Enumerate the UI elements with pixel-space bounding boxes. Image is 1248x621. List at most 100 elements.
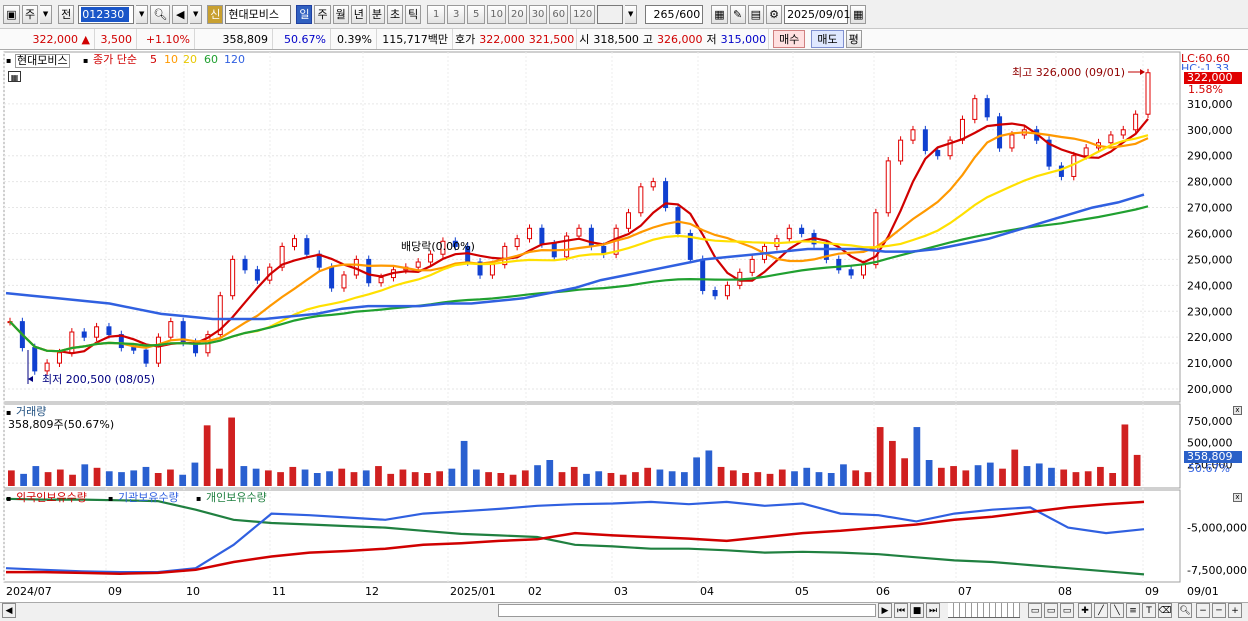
scroll-horiz-icon[interactable]: ─ <box>1212 603 1226 618</box>
volume-bar <box>142 466 150 486</box>
scroll-end-icon[interactable]: ⏭ <box>926 603 940 618</box>
type-dropdown-icon[interactable]: ▼ <box>40 4 53 24</box>
layout-3-icon[interactable]: ▭ <box>1060 603 1074 618</box>
interval-5-button[interactable]: 5 <box>467 4 486 24</box>
price-panel-title: 현대모비스 <box>15 54 70 68</box>
x-tick-label: 09/01 <box>1187 585 1219 598</box>
code-dropdown-icon[interactable]: ▼ <box>136 4 149 24</box>
chart-canvas[interactable]: 310,000 300,000 290,000 280,000 270,000 260,0… <box>0 50 1248 603</box>
candle-body <box>836 258 842 271</box>
zoom-slider[interactable] <box>948 603 1020 618</box>
volume-bar <box>105 471 113 486</box>
current-price: 322,000 ▲ <box>3 29 95 49</box>
trade-amount: 115,717백만 <box>377 29 453 49</box>
speaker-dropdown-icon[interactable]: ▼ <box>190 4 203 24</box>
volume-panel-close-icon[interactable]: x <box>1233 406 1242 415</box>
period-week-button[interactable]: 주 <box>314 4 331 24</box>
candle-body <box>910 129 916 141</box>
eval-button[interactable]: 평 <box>845 30 862 48</box>
volume-bar <box>436 471 444 486</box>
indiv-legend-icon[interactable]: ▪ <box>196 493 201 505</box>
x-tick-label: 12 <box>365 585 379 598</box>
volume-bar <box>840 464 847 486</box>
interval-10-button[interactable]: 10 <box>487 4 506 24</box>
type-select[interactable]: 주 <box>22 4 39 24</box>
search-icon[interactable]: 🔍︎ <box>150 4 171 24</box>
volume-bar <box>607 473 615 486</box>
volume-bar <box>1133 454 1141 486</box>
volume-bar <box>974 465 982 486</box>
window-menu-icon[interactable]: ▣ <box>3 4 20 24</box>
inst-legend-icon[interactable]: ▪ <box>108 493 113 505</box>
zoom-in-icon[interactable]: + <box>1228 603 1242 618</box>
count-input[interactable]: 265/600 <box>645 4 704 24</box>
volume-tick-label: 750,000 <box>1187 415 1233 428</box>
interval-dropdown-icon[interactable]: ▼ <box>625 4 638 24</box>
volume-bar <box>595 471 603 486</box>
zoom-out-icon[interactable]: − <box>1196 603 1210 618</box>
volume-bar <box>570 466 578 486</box>
candle-body <box>1108 134 1114 144</box>
candle-body <box>254 269 260 281</box>
volume-bar <box>913 427 921 486</box>
candle-body <box>428 253 434 263</box>
holding-panel-close-icon[interactable]: x <box>1233 493 1242 502</box>
candle-body <box>155 336 161 364</box>
period-month-button[interactable]: 월 <box>332 4 349 24</box>
interval-30-button[interactable]: 30 <box>528 4 548 24</box>
quote-bar: 322,000 ▲ 3,500 +1.10% 358,809 50.67% 0.… <box>0 29 1248 50</box>
scroll-start-icon[interactable]: ⏮ <box>894 603 908 618</box>
buy-button[interactable]: 매수 <box>773 30 806 48</box>
volume-bar <box>460 440 468 486</box>
scroll-right-icon[interactable]: ▶ <box>878 603 892 618</box>
foreign-legend-icon[interactable]: ▪ <box>6 493 11 505</box>
magnify-icon[interactable]: 🔍︎ <box>1178 603 1192 618</box>
eraser-icon[interactable]: ⌫ <box>1158 603 1172 618</box>
text-tool-icon[interactable]: T <box>1142 603 1156 618</box>
volume-bar <box>656 469 664 486</box>
interval-20-button[interactable]: 20 <box>507 4 527 24</box>
candle-body <box>341 274 347 289</box>
x-tick-label: 09 <box>1145 585 1159 598</box>
scroll-thumb[interactable] <box>498 604 876 617</box>
stock-code-input[interactable]: 012330 <box>78 4 135 24</box>
interval-120-button[interactable]: 120 <box>570 4 596 24</box>
grid-icon[interactable]: ▦ <box>8 71 21 82</box>
volume-value: 358,809 <box>195 29 273 49</box>
sell-button[interactable]: 매도 <box>811 30 844 48</box>
volume-bar <box>497 473 505 486</box>
period-year-button[interactable]: 년 <box>350 4 367 24</box>
trend-tool-icon[interactable]: ╲ <box>1110 603 1124 618</box>
line-tool-icon[interactable]: ╱ <box>1094 603 1108 618</box>
layout-2-icon[interactable]: ▭ <box>1044 603 1058 618</box>
calendar-icon[interactable]: ▦ <box>850 4 867 24</box>
volume-bar <box>1072 472 1080 486</box>
period-day-button[interactable]: 일 <box>296 4 313 24</box>
period-tick-button[interactable]: 틱 <box>405 4 422 24</box>
interval-60-button[interactable]: 60 <box>549 4 569 24</box>
ma-menu-icon[interactable]: ▪ <box>83 55 88 67</box>
date-input[interactable]: 2025/09/01 <box>784 4 850 24</box>
x-tick-label: 10 <box>186 585 200 598</box>
save-icon[interactable]: ▤ <box>747 4 765 24</box>
chart-tools-icon[interactable]: ▦ <box>711 4 728 24</box>
candle-body <box>131 347 137 351</box>
draw-tools-icon[interactable]: ✎ <box>729 4 746 24</box>
period-minute-button[interactable]: 분 <box>368 4 385 24</box>
speaker-icon[interactable]: ◀︎ <box>172 4 189 24</box>
gear-icon[interactable]: ⚙ <box>766 4 783 24</box>
interval-input[interactable] <box>597 4 624 24</box>
stop-icon[interactable]: ■ <box>910 603 924 618</box>
fib-tool-icon[interactable]: ≡ <box>1126 603 1140 618</box>
period-second-button[interactable]: 초 <box>386 4 404 24</box>
scroll-left-icon[interactable]: ◀ <box>2 603 16 618</box>
candle-body <box>1009 134 1015 149</box>
panel-toggle-icon[interactable]: ▪ <box>6 55 11 67</box>
layout-1-icon[interactable]: ▭ <box>1028 603 1042 618</box>
interval-3-button[interactable]: 3 <box>447 4 466 24</box>
prev-button[interactable]: 전 <box>58 4 75 24</box>
crosshair-icon[interactable]: ✚ <box>1078 603 1092 618</box>
interval-1-button[interactable]: 1 <box>427 4 446 24</box>
volume-bar <box>1011 449 1019 486</box>
up-triangle-icon: ▲ <box>81 32 90 46</box>
